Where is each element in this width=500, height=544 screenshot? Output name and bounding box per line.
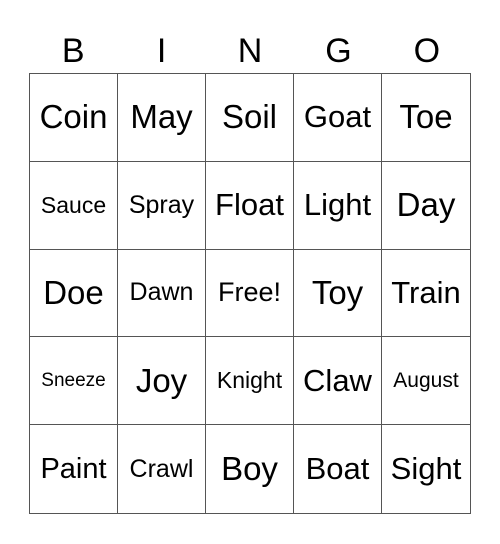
header-letter-n: N xyxy=(237,32,263,70)
bingo-cell[interactable]: Soil xyxy=(206,74,294,162)
bingo-cell[interactable]: Float xyxy=(206,161,294,250)
bingo-cell[interactable]: Train xyxy=(382,250,470,338)
bingo-cell[interactable]: Doe xyxy=(30,249,118,338)
bingo-header: B I N G O xyxy=(29,28,471,74)
bingo-cell[interactable]: May xyxy=(118,74,206,162)
bingo-cell[interactable]: Day xyxy=(382,162,470,250)
header-letter-i: I xyxy=(156,32,167,70)
bingo-grid: Coin May Soil Goat Toe Sauce Spray Float… xyxy=(29,73,471,514)
bingo-cell[interactable]: Sight xyxy=(382,425,470,513)
bingo-cell[interactable]: Boat xyxy=(294,425,382,513)
bingo-cell[interactable]: Toy xyxy=(294,249,382,338)
bingo-cell[interactable]: August xyxy=(382,337,470,426)
bingo-cell[interactable]: Spray xyxy=(118,161,206,250)
bingo-cell[interactable]: Dawn xyxy=(118,249,206,338)
header-letter-b: B xyxy=(61,32,85,70)
free-space-cell[interactable]: Free! xyxy=(206,249,294,338)
header-letter-g: G xyxy=(325,32,352,70)
bingo-cell[interactable]: Boy xyxy=(206,425,294,513)
bingo-cell[interactable]: Light xyxy=(294,161,382,250)
bingo-cell[interactable]: Coin xyxy=(30,74,118,162)
bingo-cell[interactable]: Joy xyxy=(118,337,206,426)
bingo-cell[interactable]: Goat xyxy=(294,74,382,162)
bingo-cell[interactable]: Knight xyxy=(206,337,294,426)
bingo-cell[interactable]: Crawl xyxy=(118,425,206,513)
bingo-cell[interactable]: Paint xyxy=(30,425,118,513)
bingo-cell[interactable]: Claw xyxy=(294,337,382,426)
bingo-cell[interactable]: Sauce xyxy=(30,161,118,250)
header-letter-o: O xyxy=(413,32,441,70)
bingo-cell[interactable]: Sneeze xyxy=(30,337,118,426)
bingo-cell[interactable]: Toe xyxy=(382,74,470,162)
